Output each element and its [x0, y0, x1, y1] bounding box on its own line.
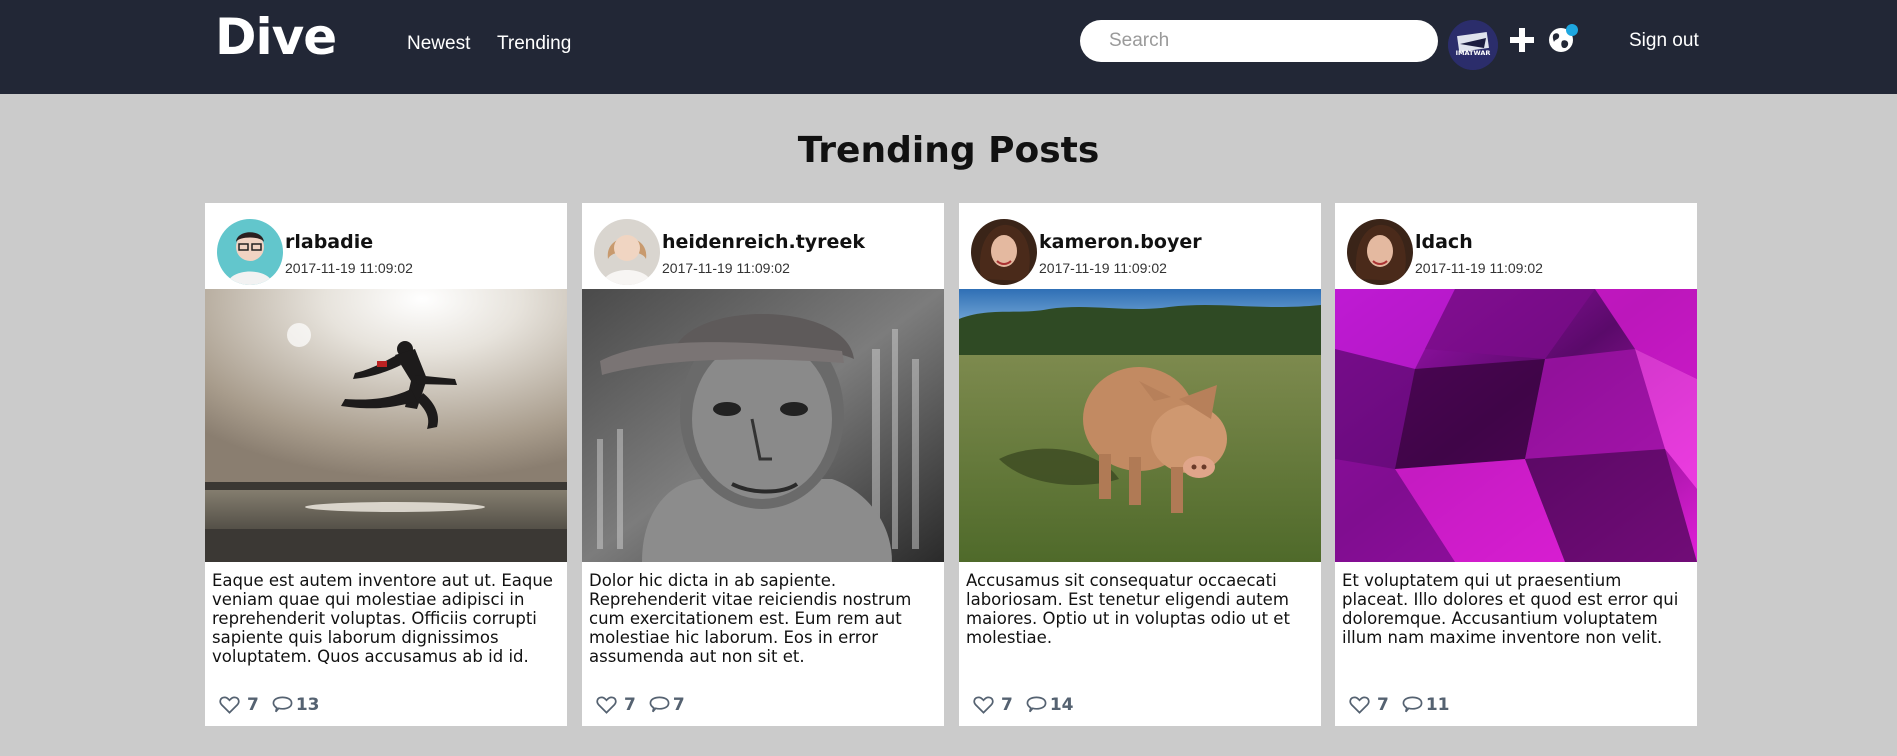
- post-image[interactable]: [959, 289, 1321, 562]
- comment-icon[interactable]: [1402, 695, 1423, 715]
- logo[interactable]: Dive: [215, 8, 337, 66]
- post-card: kameron.boyer 2017-11-19 11:09:02 Accusa…: [959, 203, 1321, 726]
- avatar-label: IMATWAR: [1456, 49, 1491, 57]
- post-image[interactable]: [1335, 289, 1697, 562]
- post-body: Dolor hic dicta in ab sapiente. Reprehen…: [589, 571, 912, 666]
- comment-count: 14: [1049, 695, 1074, 715]
- author-avatar[interactable]: [971, 219, 1037, 285]
- page-title: Trending Posts: [797, 130, 1100, 171]
- post-header: rlabadie 2017-11-19 11:09:02: [205, 203, 567, 289]
- post-date: 2017-11-19 11:09:02: [1039, 260, 1167, 276]
- post-stats: 7 14: [973, 693, 1074, 717]
- post-header: heidenreich.tyreek 2017-11-19 11:09:02: [582, 203, 944, 289]
- like-count: 7: [1001, 695, 1013, 715]
- user-avatar[interactable]: IMATWAR: [1448, 20, 1498, 70]
- post-card: rlabadie 2017-11-19 11:09:02 Eaque est a…: [205, 203, 567, 726]
- heart-icon[interactable]: [219, 695, 240, 715]
- post-date: 2017-11-19 11:09:02: [662, 260, 790, 276]
- author-avatar[interactable]: [1347, 219, 1413, 285]
- author-username[interactable]: kameron.boyer: [1039, 231, 1202, 253]
- comment-icon[interactable]: [649, 695, 670, 715]
- post-stats: 7 13: [219, 693, 320, 717]
- post-image[interactable]: [205, 289, 567, 562]
- post-stats: 7 7: [596, 693, 685, 717]
- author-username[interactable]: rlabadie: [285, 231, 373, 253]
- nav-trending[interactable]: Trending: [497, 33, 571, 55]
- post-stats: 7 11: [1349, 693, 1450, 717]
- post-body: Accusamus sit consequatur occaecati labo…: [966, 571, 1290, 647]
- comment-count: 13: [295, 695, 320, 715]
- post-image[interactable]: [582, 289, 944, 562]
- author-username[interactable]: heidenreich.tyreek: [662, 231, 865, 253]
- comment-icon[interactable]: [272, 695, 293, 715]
- post-date: 2017-11-19 11:09:02: [285, 260, 413, 276]
- nav-newest[interactable]: Newest: [407, 33, 470, 55]
- notification-badge: [1566, 24, 1578, 36]
- post-date: 2017-11-19 11:09:02: [1415, 260, 1543, 276]
- signout-link[interactable]: Sign out: [1629, 30, 1699, 52]
- plus-icon[interactable]: [1508, 26, 1536, 54]
- comment-icon[interactable]: [1026, 695, 1047, 715]
- heart-icon[interactable]: [596, 695, 617, 715]
- post-header: ldach 2017-11-19 11:09:02: [1335, 203, 1697, 289]
- post-card: heidenreich.tyreek 2017-11-19 11:09:02 D…: [582, 203, 944, 726]
- search-input[interactable]: [1080, 20, 1438, 62]
- comment-count: 7: [672, 695, 685, 715]
- post-card: ldach 2017-11-19 11:09:02 Et voluptatem …: [1335, 203, 1697, 726]
- heart-icon[interactable]: [973, 695, 994, 715]
- post-header: kameron.boyer 2017-11-19 11:09:02: [959, 203, 1321, 289]
- author-avatar[interactable]: [594, 219, 660, 285]
- post-body: Eaque est autem inventore aut ut. Eaque …: [212, 571, 553, 666]
- author-avatar[interactable]: [217, 219, 283, 285]
- top-navbar: Dive Newest Trending IMATWAR Sign out: [0, 0, 1897, 94]
- heart-icon[interactable]: [1349, 695, 1370, 715]
- like-count: 7: [247, 695, 259, 715]
- like-count: 7: [1377, 695, 1389, 715]
- author-username[interactable]: ldach: [1415, 231, 1473, 253]
- like-count: 7: [624, 695, 636, 715]
- post-body: Et voluptatem qui ut praesentium placeat…: [1342, 571, 1679, 647]
- comment-count: 11: [1425, 695, 1450, 715]
